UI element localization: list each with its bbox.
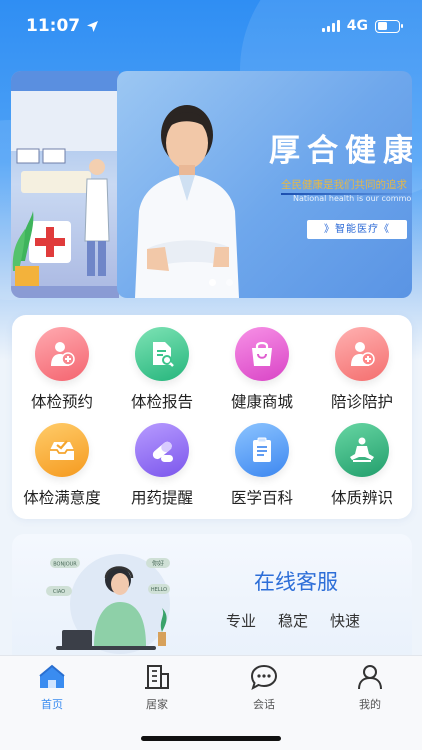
tab-label: 首页 [41, 698, 63, 711]
tab-label: 我的 [359, 698, 381, 711]
customer-service-illustration: BONJOUR 你好 HELLO CIAO [46, 554, 170, 654]
online-customer-service-title: 在线客服 [254, 570, 338, 594]
home-icon [39, 664, 65, 688]
carousel-dots [209, 279, 233, 286]
service-label: 陪诊陪护 [330, 393, 393, 411]
bubble-text: 你好 [152, 560, 164, 568]
service-medical-encyclopedia[interactable]: 医学百科 [212, 423, 312, 508]
banner-subtitle-en: National health is our common pursuit [293, 194, 412, 203]
service-health-mall[interactable]: 健康商城 [212, 327, 312, 412]
bubble-text: CIAO [53, 589, 65, 595]
service-exam-satisfaction[interactable]: 体检满意度 [12, 423, 112, 508]
service-label: 用药提醒 [130, 489, 193, 507]
service-label: 医学百科 [230, 489, 293, 507]
banner-slide-previous[interactable] [11, 71, 119, 298]
online-customer-service-card[interactable]: BONJOUR 你好 HELLO CIAO 在线客服 专业 稳定 快速 [12, 534, 412, 664]
building-icon [145, 665, 169, 689]
service-medication-reminder[interactable]: 用药提醒 [112, 423, 212, 508]
tag-professional: 专业 [226, 612, 257, 630]
customer-service-tags: 专业 稳定 快速 [226, 610, 360, 631]
user-icon [358, 665, 382, 690]
service-physical-exam-booking[interactable]: 体检预约 [12, 327, 112, 412]
shopping-bag-icon [235, 327, 289, 381]
service-label: 体检报告 [130, 393, 193, 411]
banner-title: 厚合健康 [269, 133, 412, 169]
banner-subtitle: 全民健康是我们共同的追求 [281, 179, 407, 191]
chat-icon [250, 664, 278, 691]
bubble-text: HELLO [151, 587, 167, 593]
carousel-dot-active[interactable] [209, 279, 216, 286]
service-label: 体检预约 [30, 393, 93, 411]
smart-medical-button[interactable]: 》智能医疗《 [307, 220, 407, 239]
tab-chat[interactable]: 会话 [229, 664, 299, 712]
status-indicators: 4G [321, 18, 403, 34]
services-grid: 体检预约 体检报告 健康商城 陪诊陪护 体检满意度 用药提醒 医学百科 体质辨识 [12, 315, 412, 519]
person-plus-icon [35, 327, 89, 381]
tab-home-care[interactable]: 居家 [122, 664, 192, 712]
tag-stable: 稳定 [278, 612, 309, 630]
location-arrow-icon [87, 20, 99, 32]
network-type: 4G [346, 18, 368, 34]
tab-label: 会话 [253, 698, 275, 711]
carousel-dot[interactable] [226, 279, 233, 286]
clipboard-icon [235, 423, 289, 477]
tag-fast: 快速 [330, 612, 361, 630]
pill-icon [135, 423, 189, 477]
status-time: 11:07 [26, 16, 99, 36]
service-exam-report[interactable]: 体检报告 [112, 327, 212, 412]
tab-mine[interactable]: 我的 [335, 664, 405, 712]
battery-icon [375, 19, 403, 33]
report-search-icon [135, 327, 189, 381]
signal-icon [321, 20, 340, 32]
service-accompany-care[interactable]: 陪诊陪护 [312, 327, 412, 412]
person-plus-icon [335, 327, 389, 381]
home-indicator[interactable] [141, 736, 281, 741]
doctor-photo [135, 105, 239, 298]
tab-home[interactable]: 首页 [17, 664, 87, 712]
service-label: 体质辨识 [330, 489, 393, 507]
tab-label: 居家 [146, 698, 168, 711]
service-constitution-identification[interactable]: 体质辨识 [312, 423, 412, 508]
medical-illustration [11, 71, 119, 298]
meditation-icon [335, 423, 389, 477]
status-bar: 11:07 4G [0, 0, 422, 52]
banner-slide-current[interactable]: 厚合健康 全民健康是我们共同的追求 National health is our… [117, 71, 412, 298]
inbox-check-icon [35, 423, 89, 477]
banner-carousel[interactable]: 厚合健康 全民健康是我们共同的追求 National health is our… [11, 71, 412, 298]
service-label: 体检满意度 [23, 489, 101, 507]
bubble-text: BONJOUR [53, 562, 77, 568]
service-label: 健康商城 [230, 393, 293, 411]
